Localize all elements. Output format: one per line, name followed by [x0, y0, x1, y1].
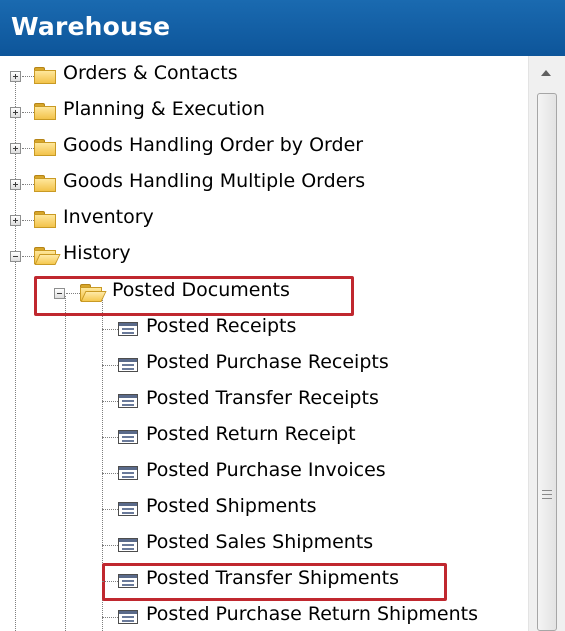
tree-item-posted-documents[interactable]: Posted Documents	[0, 275, 528, 311]
navigation-tree: Orders & Contacts Planning & Execution G…	[0, 56, 528, 631]
document-list-icon	[118, 466, 138, 480]
minus-box-icon[interactable]	[54, 288, 65, 299]
vertical-scrollbar[interactable]	[528, 56, 565, 631]
minus-box-icon[interactable]	[10, 251, 21, 262]
grip-line	[542, 498, 552, 499]
grip-line	[542, 490, 552, 491]
plus-box-icon[interactable]	[10, 179, 21, 190]
scrollbar-thumb[interactable]	[537, 93, 557, 631]
tree-item-label: Posted Return Receipt	[146, 423, 356, 445]
tree-item-orders-contacts[interactable]: Orders & Contacts	[0, 58, 528, 94]
folder-icon	[34, 67, 56, 84]
document-list-icon	[118, 574, 138, 588]
folder-open-icon	[80, 284, 107, 302]
window-title: Warehouse	[11, 12, 171, 41]
tree-item-label: Posted Transfer Receipts	[146, 387, 379, 409]
plus-box-icon[interactable]	[10, 215, 21, 226]
tree-item-posted-purchase-invoices[interactable]: Posted Purchase Invoices	[0, 455, 528, 491]
tree-item-posted-receipts[interactable]: Posted Receipts	[0, 311, 528, 347]
tree-item-label: Orders & Contacts	[63, 62, 238, 84]
document-list-icon	[118, 358, 138, 372]
tree-item-inventory[interactable]: Inventory	[0, 202, 528, 238]
tree-connector	[22, 256, 34, 257]
tree-item-label: Goods Handling Multiple Orders	[63, 170, 366, 192]
tree-item-label: Posted Transfer Shipments	[146, 567, 400, 589]
tree-item-goods-handling-multiple[interactable]: Goods Handling Multiple Orders	[0, 166, 528, 202]
warehouse-window: Warehouse Orders & Contacts Planning & E…	[0, 0, 565, 631]
tree-item-label: Posted Purchase Return Shipments	[146, 603, 478, 625]
tree-item-posted-purchase-receipts[interactable]: Posted Purchase Receipts	[0, 347, 528, 383]
plus-box-icon[interactable]	[10, 107, 21, 118]
tree-connector	[22, 76, 34, 77]
tree-item-label: Goods Handling Order by Order	[63, 134, 364, 156]
folder-open-icon	[34, 247, 61, 265]
tree-item-label: Posted Shipments	[146, 495, 317, 517]
document-list-icon	[118, 502, 138, 516]
folder-icon	[34, 175, 56, 192]
tree-item-label: Planning & Execution	[63, 98, 265, 120]
tree-item-label: Posted Receipts	[146, 315, 297, 337]
folder-icon	[34, 139, 56, 156]
tree-item-label: Posted Purchase Invoices	[146, 459, 386, 481]
tree-item-label: History	[63, 242, 131, 264]
tree-connector	[66, 293, 80, 294]
tree-item-posted-purchase-return-shipments[interactable]: Posted Purchase Return Shipments	[0, 599, 528, 631]
tree-item-label: Posted Purchase Receipts	[146, 351, 389, 373]
tree-item-goods-handling-order[interactable]: Goods Handling Order by Order	[0, 130, 528, 166]
tree-connector	[22, 184, 34, 185]
tree-item-posted-transfer-shipments[interactable]: Posted Transfer Shipments	[0, 563, 528, 599]
window-header: Warehouse	[0, 0, 565, 56]
tree-item-history[interactable]: History	[0, 238, 528, 274]
folder-icon	[34, 103, 56, 120]
document-list-icon	[118, 610, 138, 624]
folder-icon	[34, 211, 56, 228]
tree-item-posted-sales-shipments[interactable]: Posted Sales Shipments	[0, 527, 528, 563]
grip-line	[542, 494, 552, 495]
document-list-icon	[118, 430, 138, 444]
document-list-icon	[118, 322, 138, 336]
tree-connector	[22, 112, 34, 113]
document-list-icon	[118, 394, 138, 408]
tree-item-planning-execution[interactable]: Planning & Execution	[0, 94, 528, 130]
tree-item-label: Posted Sales Shipments	[146, 531, 374, 553]
plus-box-icon[interactable]	[10, 71, 21, 82]
document-list-icon	[118, 538, 138, 552]
tree-connector	[22, 148, 34, 149]
tree-item-posted-shipments[interactable]: Posted Shipments	[0, 491, 528, 527]
tree-item-label: Inventory	[63, 206, 154, 228]
tree-item-label: Posted Documents	[112, 279, 290, 301]
tree-item-posted-transfer-receipts[interactable]: Posted Transfer Receipts	[0, 383, 528, 419]
scroll-up-arrow-icon[interactable]	[541, 70, 551, 76]
tree-connector	[22, 220, 34, 221]
plus-box-icon[interactable]	[10, 143, 21, 154]
tree-item-posted-return-receipt[interactable]: Posted Return Receipt	[0, 419, 528, 455]
